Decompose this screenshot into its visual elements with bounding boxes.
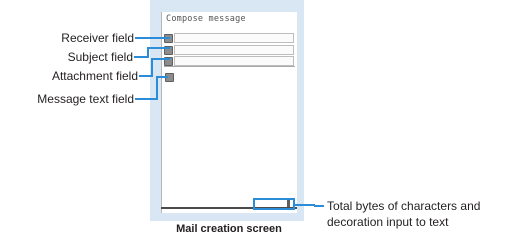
receiver-field-label: Receiver field <box>61 31 134 45</box>
total-bytes-label-line2: decoration input to text <box>327 215 449 229</box>
message-text-field-label: Message text field <box>37 92 134 106</box>
subject-callout-line <box>134 47 170 58</box>
attachment-field-label: Attachment field <box>51 69 138 83</box>
figure-caption: Mail creation screen <box>176 223 282 235</box>
total-bytes-label-line1: Total bytes of characters and <box>327 199 481 213</box>
total-bytes-callout-line <box>314 205 324 207</box>
total-bytes-highlight-box <box>253 198 295 210</box>
attachment-callout-line <box>139 58 170 77</box>
subject-field-label: Subject field <box>67 50 133 64</box>
message-text-callout-line <box>135 76 168 100</box>
